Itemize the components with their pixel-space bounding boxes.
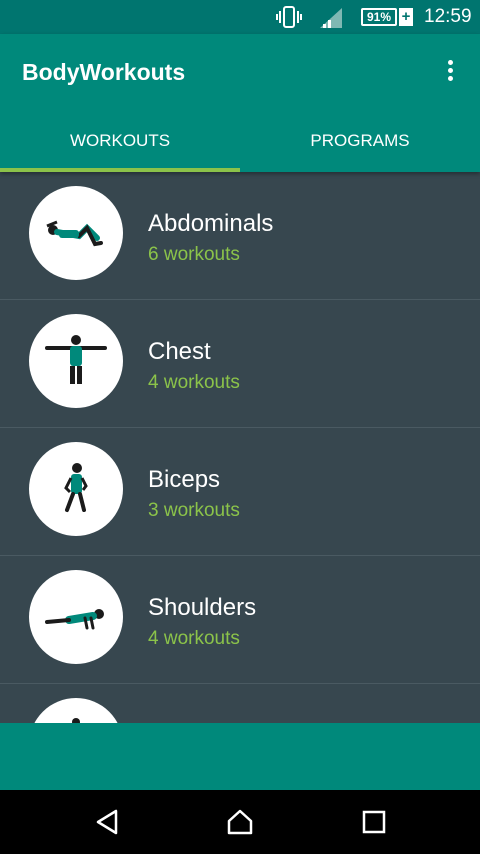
status-bar: 91% + 12:59 bbox=[0, 0, 480, 34]
signal-icon bbox=[320, 8, 342, 28]
thumbnail bbox=[29, 186, 123, 280]
chest-exercise-icon bbox=[45, 335, 107, 384]
navigation-bar bbox=[0, 790, 480, 854]
vibrate-icon bbox=[276, 6, 302, 28]
abdominals-exercise-icon bbox=[46, 220, 103, 247]
workout-count: 4 workouts bbox=[148, 628, 240, 649]
workout-count: 4 workouts bbox=[148, 372, 240, 393]
workout-name: Shoulders bbox=[148, 594, 257, 621]
list-item-abdominals[interactable]: Abdominals 6 workouts bbox=[0, 172, 480, 300]
workout-count: 6 workouts bbox=[148, 244, 240, 265]
recent-apps-icon[interactable] bbox=[360, 808, 388, 836]
thumbnail bbox=[29, 442, 123, 536]
workout-list[interactable]: Abdominals 6 workouts Chest 4 workouts B… bbox=[0, 172, 480, 723]
app-title: BodyWorkouts bbox=[22, 59, 186, 85]
list-item-chest[interactable]: Chest 4 workouts bbox=[0, 300, 480, 428]
exercise-icon bbox=[72, 718, 80, 723]
biceps-exercise-icon bbox=[64, 463, 88, 512]
list-item-biceps[interactable]: Biceps 3 workouts bbox=[0, 428, 480, 556]
overflow-menu-icon[interactable] bbox=[440, 56, 460, 84]
thumbnail bbox=[29, 570, 123, 664]
back-icon[interactable] bbox=[94, 808, 122, 836]
home-icon[interactable] bbox=[226, 808, 254, 836]
list-item-partial[interactable] bbox=[0, 684, 480, 723]
bottom-bar bbox=[0, 723, 480, 790]
battery-icon: 91% + bbox=[361, 8, 413, 26]
tab-workouts[interactable]: WORKOUTS bbox=[0, 114, 240, 172]
workout-name: Abdominals bbox=[148, 210, 274, 237]
tab-indicator bbox=[0, 168, 240, 172]
list-item-shoulders[interactable]: Shoulders 4 workouts bbox=[0, 556, 480, 684]
workout-name: Biceps bbox=[148, 466, 221, 493]
shoulders-exercise-icon bbox=[45, 609, 104, 630]
app-bar: BodyWorkouts WORKOUTS PROGRAMS bbox=[0, 34, 480, 172]
thumbnail bbox=[29, 314, 123, 408]
clock: 12:59 bbox=[424, 6, 472, 27]
battery-level: 91% bbox=[361, 8, 397, 26]
thumbnail bbox=[29, 698, 123, 723]
charging-plus: + bbox=[399, 8, 413, 26]
tab-programs[interactable]: PROGRAMS bbox=[240, 114, 480, 172]
workout-name: Chest bbox=[148, 338, 211, 365]
workout-count: 3 workouts bbox=[148, 500, 240, 521]
